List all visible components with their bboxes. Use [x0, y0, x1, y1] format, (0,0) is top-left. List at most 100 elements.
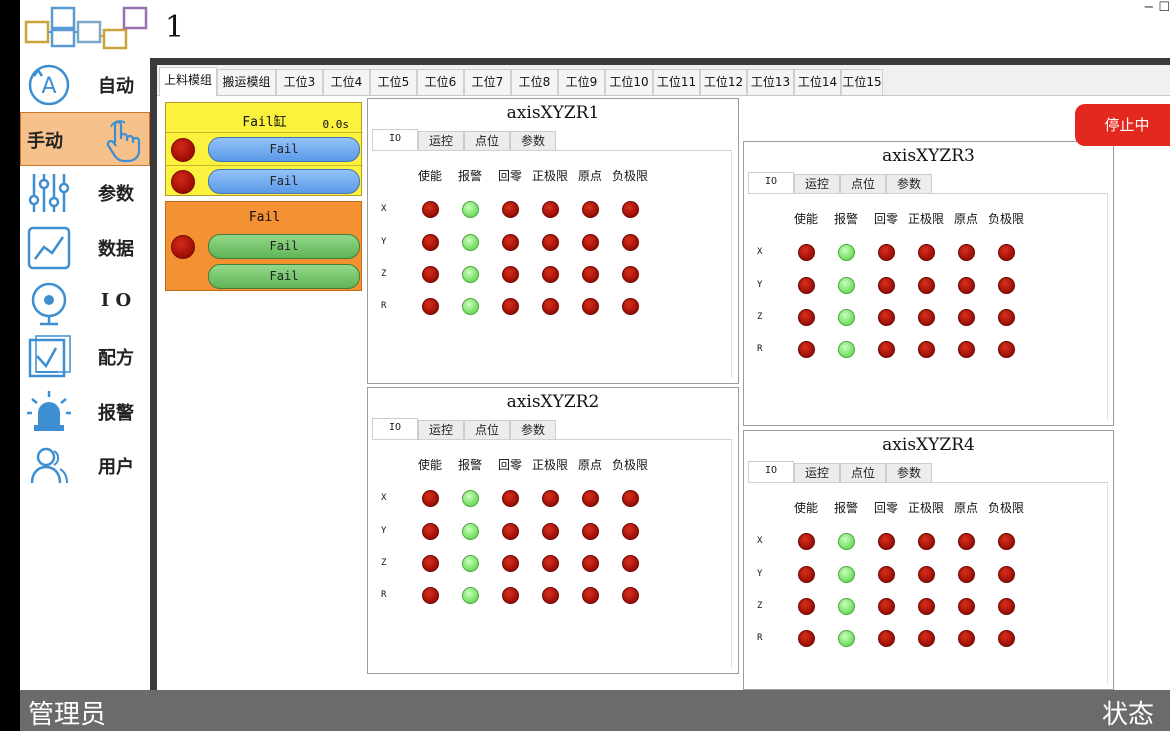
- io-status-led: [502, 201, 519, 218]
- logo-icon: [24, 6, 148, 50]
- axis-io-grid: 使能 报警 回零 正极限 原点 负极限 X Y Z R: [372, 439, 732, 668]
- tab-station-9[interactable]: 工位9: [558, 69, 605, 95]
- axis-subtab-0[interactable]: IO: [372, 129, 418, 151]
- tab-station-14[interactable]: 工位14: [794, 69, 841, 95]
- axis-subtab-2[interactable]: 点位: [840, 463, 886, 483]
- hand-pointer-icon: [99, 117, 145, 163]
- io-status-led: [998, 566, 1015, 583]
- io-status-led: [582, 587, 599, 604]
- tab-station-8[interactable]: 工位8: [511, 69, 558, 95]
- tab-station-5[interactable]: 工位5: [370, 69, 417, 95]
- io-row-label: Z: [381, 558, 387, 568]
- io-status-led: [998, 244, 1015, 261]
- sidebar-item-manual[interactable]: 手动: [20, 112, 150, 166]
- tab-station-4[interactable]: 工位4: [323, 69, 370, 95]
- io-status-led: [622, 490, 639, 507]
- io-status-led: [918, 277, 935, 294]
- sidebar-item-params[interactable]: 参数: [20, 166, 150, 220]
- io-status-led: [918, 566, 935, 583]
- tab-station-7[interactable]: 工位7: [464, 69, 511, 95]
- io-status-led: [622, 266, 639, 283]
- axis-subtab-0[interactable]: IO: [748, 172, 794, 194]
- io-status-led: [462, 298, 479, 315]
- io-status-led: [998, 598, 1015, 615]
- io-status-led: [422, 234, 439, 251]
- cylinder-panel-2: Fail Fail Fail: [165, 201, 362, 291]
- status-label[interactable]: 状态: [1102, 694, 1154, 731]
- axis-subtab-1[interactable]: 运控: [418, 420, 464, 440]
- io-status-led: [998, 309, 1015, 326]
- io-status-led: [798, 533, 815, 550]
- sidebar-item-io[interactable]: I O: [20, 276, 150, 330]
- recipe-check-icon: [26, 334, 72, 380]
- axis-io-grid: 使能 报警 回零 正极限 原点 负极限 X Y Z R: [372, 150, 732, 378]
- io-row-label: Y: [757, 280, 763, 290]
- axis-subtab-3[interactable]: 参数: [886, 174, 932, 194]
- tab-station-6[interactable]: 工位6: [417, 69, 464, 95]
- io-status-led: [622, 555, 639, 572]
- tab-station-3[interactable]: 工位3: [276, 69, 323, 95]
- sidebar-item-alarm[interactable]: 报警: [20, 385, 150, 439]
- tab-station-11[interactable]: 工位11: [653, 69, 700, 95]
- io-status-led: [542, 523, 559, 540]
- sidebar-item-data[interactable]: 数据: [20, 221, 150, 275]
- sidebar: A 自动 手动 参数 数据 I O 配方 报警 用户: [20, 58, 150, 690]
- stop-status-button[interactable]: 停止中: [1075, 104, 1170, 146]
- io-status-led: [462, 266, 479, 283]
- io-status-led: [998, 277, 1015, 294]
- io-status-led: [542, 587, 559, 604]
- io-status-led: [502, 587, 519, 604]
- axis-subtab-2[interactable]: 点位: [464, 420, 510, 440]
- io-status-led: [878, 244, 895, 261]
- axis-subtab-2[interactable]: 点位: [464, 131, 510, 151]
- io-status-led: [918, 630, 935, 647]
- io-status-led: [502, 555, 519, 572]
- alarm-light-icon: [26, 389, 72, 435]
- axis-subtab-0[interactable]: IO: [372, 418, 418, 440]
- io-status-led: [838, 598, 855, 615]
- axis-subtab-3[interactable]: 参数: [510, 131, 556, 151]
- cylinder-status-led: [171, 235, 195, 259]
- io-status-led: [542, 555, 559, 572]
- axis-subtab-0[interactable]: IO: [748, 461, 794, 483]
- io-row-label: Y: [757, 569, 763, 579]
- tab-station-13[interactable]: 工位13: [747, 69, 794, 95]
- axis-subtab-3[interactable]: 参数: [886, 463, 932, 483]
- io-status-led: [542, 490, 559, 507]
- io-row-label: X: [757, 536, 763, 546]
- io-status-led: [582, 490, 599, 507]
- io-status-led: [502, 234, 519, 251]
- main-content: 上料模组 搬运模组 工位3 工位4 工位5 工位6 工位7 工位8 工位9 工位10 工位11 工位1…: [157, 65, 1170, 690]
- tab-station-10[interactable]: 工位10: [605, 69, 653, 95]
- axis-subtab-1[interactable]: 运控: [794, 463, 840, 483]
- cylinder-panel-1: Fail缸 0.0s Fail Fail: [165, 102, 363, 196]
- io-status-led: [878, 533, 895, 550]
- tab-station-12[interactable]: 工位12: [700, 69, 747, 95]
- io-row-label: X: [757, 247, 763, 257]
- io-status-led: [958, 244, 975, 261]
- cylinder-action-button[interactable]: Fail: [208, 264, 360, 289]
- cylinder-timer: 0.0s: [322, 118, 350, 131]
- axis-panel-1: axisXYZR1 IO 运控 点位 参数 使能 报警 回零 正极限 原点 负极限 X Y Z R: [367, 98, 739, 384]
- window-controls[interactable]: − ☐: [1143, 0, 1170, 15]
- axis-subtab-1[interactable]: 运控: [418, 131, 464, 151]
- tab-station-1[interactable]: 上料模组: [159, 67, 217, 96]
- io-status-led: [838, 309, 855, 326]
- io-status-led: [918, 341, 935, 358]
- sidebar-item-auto[interactable]: A 自动: [20, 58, 150, 112]
- cylinder-action-button[interactable]: Fail: [208, 169, 360, 194]
- tab-station-2[interactable]: 搬运模组: [217, 69, 276, 95]
- sidebar-item-recipe[interactable]: 配方: [20, 330, 150, 384]
- station-tab-bar: 上料模组 搬运模组 工位3 工位4 工位5 工位6 工位7 工位8 工位9 工位10 工位11 工位1…: [157, 65, 1170, 96]
- cylinder-action-button[interactable]: Fail: [208, 137, 360, 162]
- io-row-label: R: [381, 590, 387, 600]
- sidebar-item-user[interactable]: 用户: [20, 439, 150, 493]
- tab-station-15[interactable]: 工位15: [841, 69, 883, 95]
- io-status-led: [878, 630, 895, 647]
- io-status-led: [798, 309, 815, 326]
- axis-subtab-1[interactable]: 运控: [794, 174, 840, 194]
- axis-subtab-2[interactable]: 点位: [840, 174, 886, 194]
- cylinder-action-button[interactable]: Fail: [208, 234, 360, 259]
- axis-subtab-3[interactable]: 参数: [510, 420, 556, 440]
- io-status-led: [502, 490, 519, 507]
